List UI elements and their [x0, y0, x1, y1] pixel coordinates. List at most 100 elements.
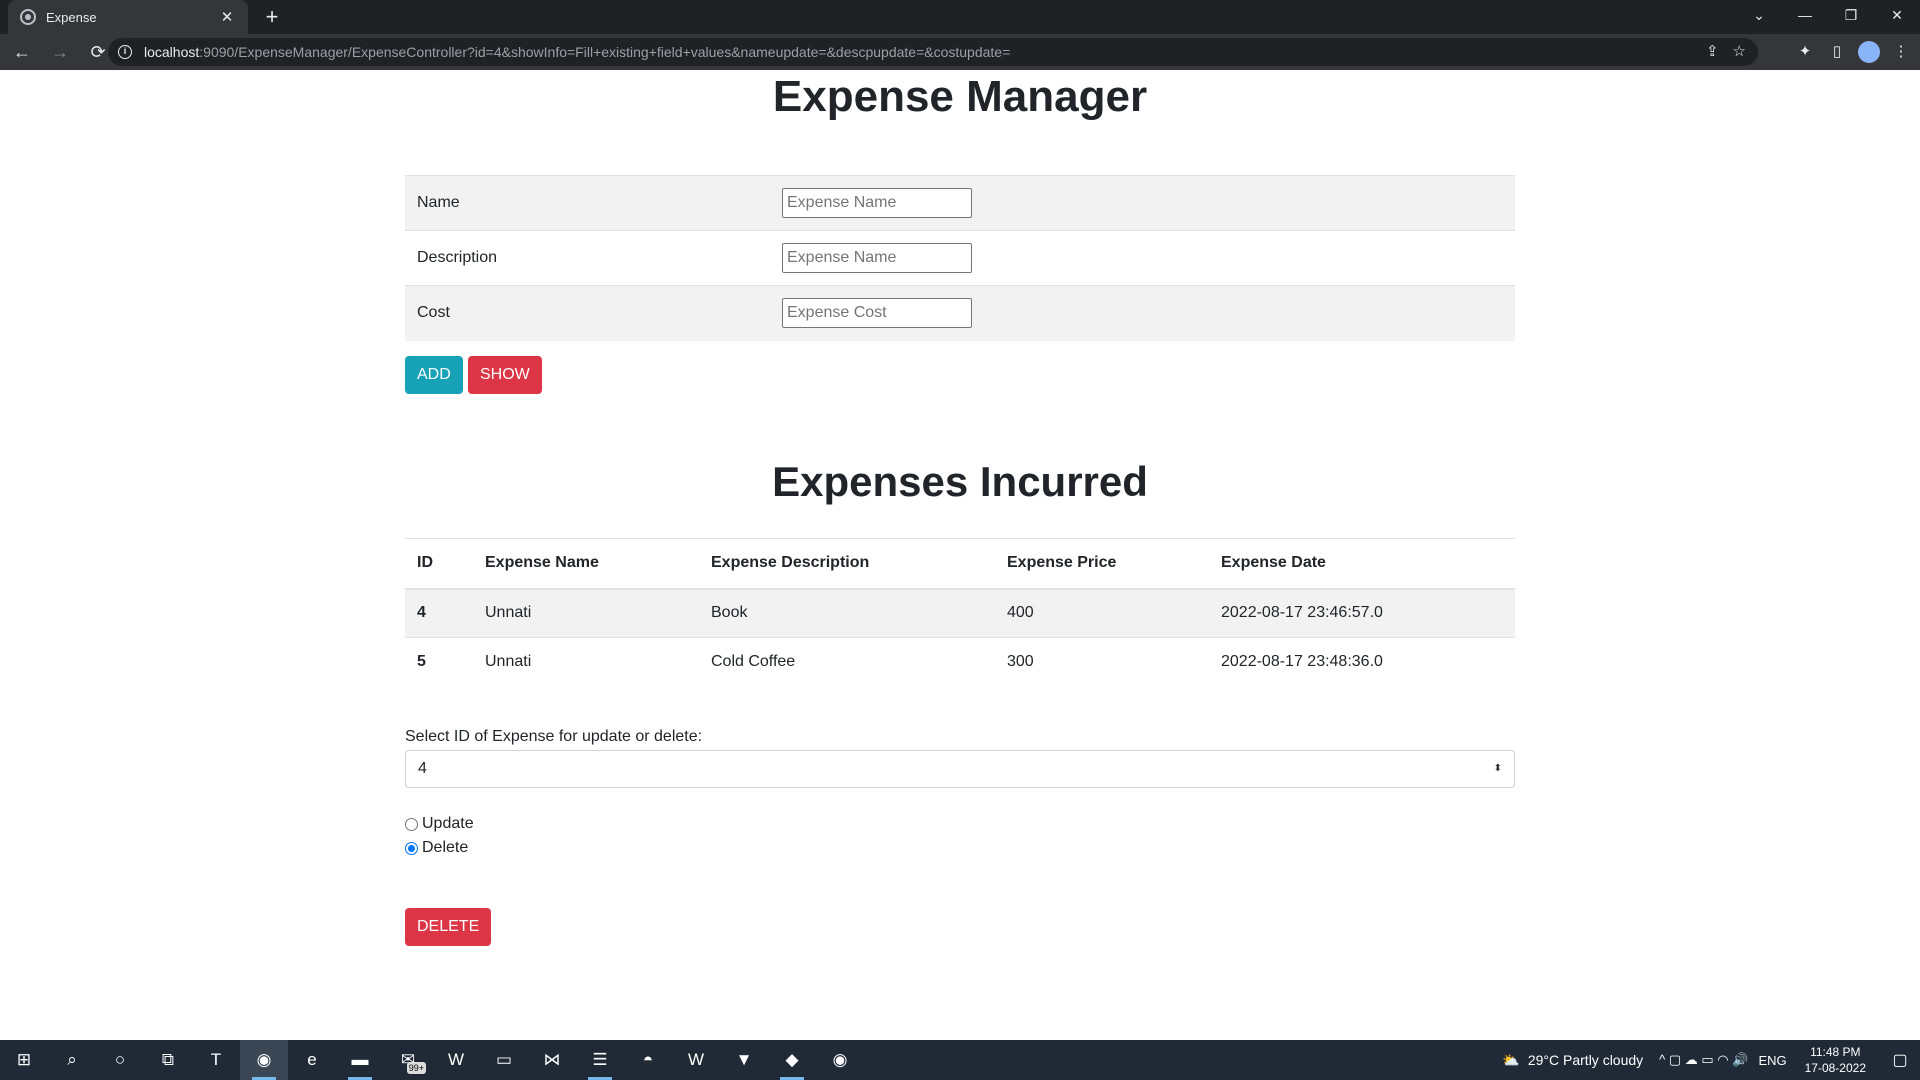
- delete-radio-label: Delete: [422, 839, 469, 856]
- windows-taskbar: ⊞ ⌕ ○ ⧉ T ◉ e ▬ ✉ 99+ W ▭ ⋈ ☰ ◓ W ▼ ◆ ◉ ⛅…: [0, 1040, 1920, 1080]
- chrome-secondary-icon[interactable]: ◉: [816, 1040, 864, 1080]
- tray-icons[interactable]: ^ ▢ ☁ ▭ ◠ 🔊: [1659, 1052, 1748, 1068]
- minimize-button[interactable]: —: [1782, 0, 1828, 30]
- table-row: 5 Unnati Cold Coffee 300 2022-08-17 23:4…: [405, 637, 1515, 687]
- tab-search-icon[interactable]: ⌄: [1736, 0, 1782, 30]
- globe-icon: [20, 9, 36, 25]
- chrome-icon[interactable]: ◉: [240, 1040, 288, 1080]
- close-tab-icon[interactable]: ✕: [218, 8, 236, 26]
- extension-icons: ✦ ▯ ⋮: [1794, 36, 1912, 68]
- cell-id: 5: [405, 637, 473, 687]
- url-path: :9090/ExpenseManager/ExpenseController?i…: [199, 44, 1011, 60]
- expense-form-table: Name Description Cost: [405, 175, 1515, 341]
- weather-icon: ⛅: [1502, 1051, 1520, 1068]
- new-tab-button[interactable]: +: [258, 4, 286, 32]
- column-header-id: ID: [405, 538, 473, 590]
- cell-name: Unnati: [473, 588, 699, 638]
- discord-icon[interactable]: ◓: [624, 1040, 672, 1080]
- cell-date: 2022-08-17 23:48:36.0: [1209, 637, 1515, 687]
- notification-icon[interactable]: ▢: [1880, 1050, 1920, 1070]
- language-indicator[interactable]: ENG: [1758, 1053, 1786, 1068]
- profile-avatar[interactable]: [1858, 41, 1880, 63]
- weather-widget[interactable]: ⛅ 29°C Partly cloudy: [1502, 1052, 1643, 1069]
- ide-icon[interactable]: ◆: [768, 1040, 816, 1080]
- add-button[interactable]: ADD: [405, 356, 463, 394]
- form-row-description: Description: [405, 230, 1515, 286]
- clock[interactable]: 11:48 PM 17-08-2022: [1805, 1044, 1866, 1076]
- address-bar[interactable]: i localhost:9090/ExpenseManager/ExpenseC…: [108, 38, 1758, 66]
- restore-button[interactable]: ❐: [1828, 0, 1874, 30]
- browser-toolbar: ← → ⟳ i localhost:9090/ExpenseManager/Ex…: [0, 34, 1920, 70]
- page-content: Expense Manager Name Description Cost AD…: [0, 70, 1920, 1040]
- window-controls: ⌄ — ❐ ✕: [1736, 0, 1920, 34]
- search-icon[interactable]: ⌕: [48, 1040, 96, 1080]
- terminal-icon[interactable]: ▭: [480, 1040, 528, 1080]
- system-tray: ⛅ 29°C Partly cloudy ^ ▢ ☁ ▭ ◠ 🔊 ENG 11:…: [1502, 1040, 1920, 1080]
- show-button[interactable]: SHOW: [468, 356, 542, 394]
- expense-name-input[interactable]: [782, 188, 972, 218]
- cell-price: 300: [995, 637, 1209, 687]
- app-w-icon[interactable]: W: [432, 1040, 480, 1080]
- teams-icon[interactable]: T: [192, 1040, 240, 1080]
- close-window-button[interactable]: ✕: [1874, 0, 1920, 30]
- column-header-name: Expense Name: [473, 538, 699, 590]
- select-value: 4: [418, 760, 427, 777]
- delete-button[interactable]: DELETE: [405, 908, 492, 946]
- forward-button[interactable]: →: [44, 36, 76, 68]
- update-radio-label: Update: [422, 815, 474, 832]
- extensions-icon[interactable]: ✦: [1794, 41, 1816, 63]
- side-panel-icon[interactable]: ▯: [1826, 41, 1848, 63]
- update-radio-option[interactable]: Update: [405, 815, 474, 833]
- cell-description: Book: [699, 588, 995, 638]
- clock-time: 11:48 PM: [1810, 1045, 1861, 1059]
- task-view-icon[interactable]: ⧉: [144, 1040, 192, 1080]
- browser-tabstrip: Expense ✕ + ⌄ — ❐ ✕: [0, 0, 1920, 34]
- bookmark-star-icon[interactable]: ☆: [1733, 42, 1746, 60]
- delete-radio[interactable]: [405, 841, 418, 855]
- cell-name: Unnati: [473, 637, 699, 687]
- column-header-date: Expense Date: [1209, 538, 1515, 590]
- mail-icon[interactable]: ✉ 99+: [384, 1040, 432, 1080]
- select-caret-icon: ⬍: [1493, 763, 1502, 774]
- tab-title: Expense: [46, 9, 97, 25]
- expenses-table: ID Expense Name Expense Description Expe…: [405, 538, 1515, 687]
- expense-cost-input[interactable]: [782, 298, 972, 329]
- page-title: Expense Manager: [772, 72, 1148, 121]
- vscode-icon[interactable]: ⋈: [528, 1040, 576, 1080]
- eclipse-icon[interactable]: ☰: [576, 1040, 624, 1080]
- share-icon[interactable]: ⇪: [1706, 42, 1719, 60]
- file-explorer-icon[interactable]: ▬: [336, 1040, 384, 1080]
- info-icon[interactable]: i: [118, 45, 132, 59]
- form-row-cost: Cost: [405, 285, 1515, 341]
- menu-icon[interactable]: ⋮: [1890, 41, 1912, 63]
- cell-price: 400: [995, 588, 1209, 638]
- expense-description-input[interactable]: [782, 243, 972, 273]
- weather-text: 29°C Partly cloudy: [1527, 1052, 1644, 1068]
- omnibox-actions: ⇪ ☆: [1706, 42, 1746, 60]
- select-id-label: Select ID of Expense for update or delet…: [405, 728, 703, 745]
- cortana-icon[interactable]: ○: [96, 1040, 144, 1080]
- url-host: localhost: [144, 44, 200, 60]
- clock-date: 17-08-2022: [1804, 1061, 1866, 1075]
- description-label: Description: [405, 230, 770, 286]
- form-row-name: Name: [405, 175, 1515, 231]
- taskbar-apps: ⊞ ⌕ ○ ⧉ T ◉ e ▬ ✉ 99+ W ▭ ⋈ ☰ ◓ W ▼ ◆ ◉: [0, 1040, 864, 1080]
- edge-icon[interactable]: e: [288, 1040, 336, 1080]
- table-header-row: ID Expense Name Expense Description Expe…: [405, 538, 1515, 590]
- column-header-description: Expense Description: [699, 538, 995, 590]
- table-row: 4 Unnati Book 400 2022-08-17 23:46:57.0: [405, 588, 1515, 638]
- update-radio[interactable]: [405, 817, 418, 831]
- cell-id: 4: [405, 588, 473, 638]
- mail-badge: 99+: [406, 1062, 426, 1074]
- cell-description: Cold Coffee: [699, 637, 995, 687]
- brave-icon[interactable]: ▼: [720, 1040, 768, 1080]
- back-button[interactable]: ←: [6, 36, 38, 68]
- cell-date: 2022-08-17 23:46:57.0: [1209, 588, 1515, 638]
- name-label: Name: [405, 175, 770, 231]
- windows-start-icon[interactable]: ⊞: [0, 1040, 48, 1080]
- column-header-price: Expense Price: [995, 538, 1209, 590]
- delete-radio-option[interactable]: Delete: [405, 839, 468, 857]
- browser-tab[interactable]: Expense ✕: [8, 0, 248, 34]
- word-icon[interactable]: W: [672, 1040, 720, 1080]
- expense-id-select[interactable]: 4 ⬍: [405, 750, 1515, 788]
